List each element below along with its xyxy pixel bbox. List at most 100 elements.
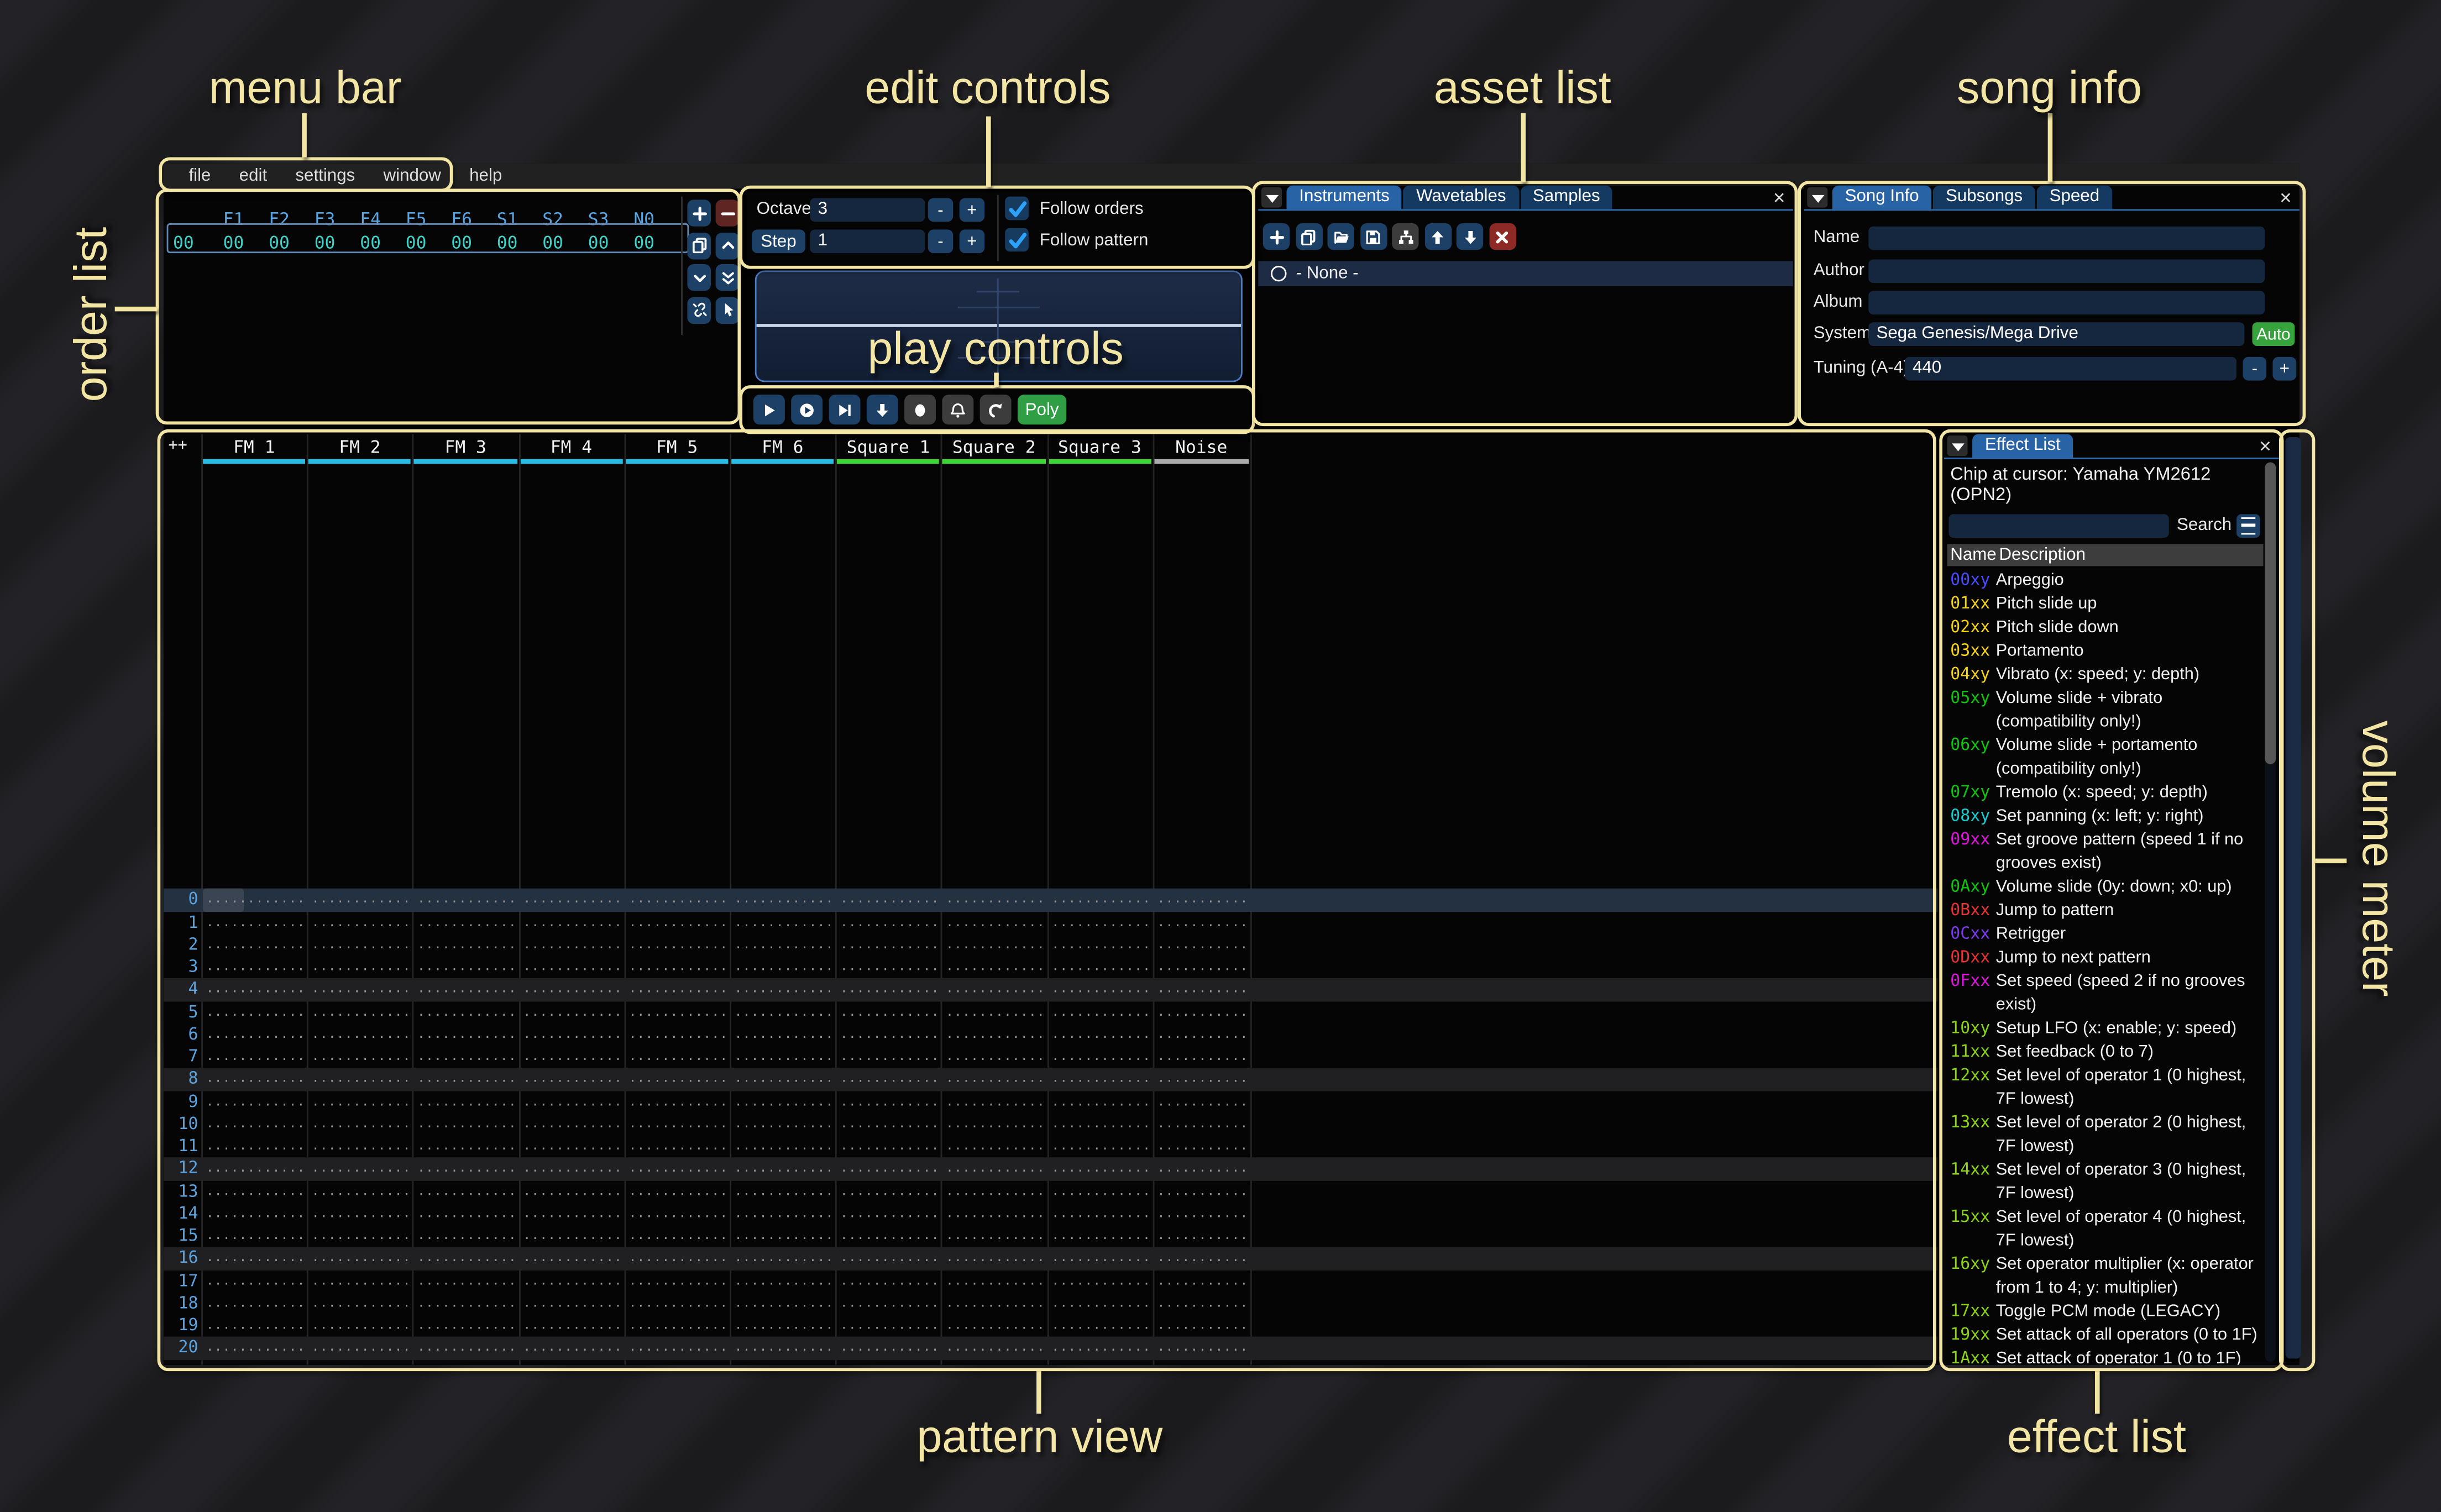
channel-header-noise[interactable]: Noise — [1153, 437, 1250, 458]
step-plus-button[interactable]: + — [960, 229, 985, 253]
pattern-cell[interactable]: ............. — [946, 1180, 1042, 1203]
pattern-cell[interactable]: ............. — [206, 911, 302, 934]
poly-button[interactable]: Poly — [1018, 395, 1066, 424]
stop-button[interactable] — [904, 395, 936, 424]
pattern-cell[interactable]: ............. — [735, 1023, 831, 1046]
order-cell[interactable]: 00 — [393, 233, 439, 253]
menu-item-settings[interactable]: settings — [281, 167, 369, 186]
pattern-cell[interactable]: ............. — [523, 956, 619, 979]
pattern-cell[interactable]: ............. — [840, 1180, 936, 1203]
pattern-cell[interactable]: ............. — [417, 1315, 514, 1337]
pattern-cell[interactable]: ............. — [946, 1293, 1042, 1315]
pattern-cell[interactable]: ............. — [1051, 1001, 1148, 1023]
pattern-cell[interactable]: ............. — [946, 1315, 1042, 1337]
pattern-cell[interactable]: ............. — [735, 979, 831, 1001]
pattern-expand-button[interactable]: ++ — [168, 437, 187, 454]
pattern-cell[interactable]: ............. — [840, 1068, 936, 1091]
tuning-plus-button[interactable]: + — [2273, 357, 2297, 381]
pattern-cell[interactable]: ............. — [840, 1203, 936, 1225]
pattern-cell[interactable]: ............. — [206, 1293, 302, 1315]
pattern-cell[interactable]: ............. — [523, 1180, 619, 1203]
pattern-cell[interactable]: ............. — [206, 1023, 302, 1046]
pattern-cell[interactable]: ............. — [1157, 1158, 1245, 1180]
order-cell[interactable]: 00 — [439, 233, 485, 253]
close-icon[interactable]: × — [1773, 186, 1785, 211]
pattern-cell[interactable]: ............. — [1157, 1247, 1245, 1270]
pattern-cell[interactable]: ............. — [1051, 889, 1148, 912]
pattern-cell[interactable]: ............. — [946, 1158, 1042, 1180]
pattern-cell[interactable]: ............. — [417, 889, 514, 912]
pattern-cell[interactable]: ............. — [417, 1247, 514, 1270]
move-down-button[interactable] — [1457, 223, 1483, 250]
pattern-cell[interactable]: ............. — [629, 1203, 725, 1225]
pattern-cell[interactable]: ............. — [417, 934, 514, 957]
pattern-cell[interactable]: ............. — [1051, 934, 1148, 957]
pattern-cell[interactable]: ............. — [523, 1270, 619, 1293]
collapse-icon[interactable] — [1261, 187, 1282, 208]
pattern-cell[interactable]: ............. — [1051, 1068, 1148, 1091]
pattern-cell[interactable]: ............. — [312, 1023, 408, 1046]
pattern-cell[interactable]: ............. — [946, 889, 1042, 912]
pattern-cell[interactable]: ............. — [523, 1293, 619, 1315]
pattern-cell[interactable]: ............. — [1051, 1158, 1148, 1180]
pattern-cell[interactable]: ............. — [312, 934, 408, 957]
pattern-cell[interactable]: ............. — [735, 1136, 831, 1158]
pattern-cell[interactable]: ............. — [206, 1180, 302, 1203]
pattern-cell[interactable]: ............. — [312, 1247, 408, 1270]
menu-item-edit[interactable]: edit — [225, 167, 281, 186]
tab-effect-list[interactable]: Effect List — [1972, 434, 2073, 458]
octave-minus-button[interactable]: - — [928, 198, 954, 222]
tuning-input[interactable]: 440 — [1905, 357, 2236, 381]
pattern-cell[interactable]: ............. — [1157, 1136, 1245, 1158]
pattern-cell[interactable]: ............. — [206, 1091, 302, 1114]
pattern-cell[interactable]: ............. — [206, 1001, 302, 1023]
pattern-cell[interactable]: ............. — [417, 1158, 514, 1180]
pattern-cell[interactable]: ............. — [735, 1293, 831, 1315]
tuning-minus-button[interactable]: - — [2243, 357, 2266, 381]
order-list-row[interactable]: 0000000000000000000000 — [167, 225, 667, 255]
pattern-cell[interactable]: ............. — [206, 1225, 302, 1248]
metronome-button[interactable] — [942, 395, 973, 424]
pattern-cell[interactable]: ............. — [523, 1136, 619, 1158]
pattern-cell[interactable]: ............. — [1051, 1225, 1148, 1248]
pattern-cell[interactable]: ............. — [206, 1203, 302, 1225]
pattern-cell[interactable]: ............. — [523, 1315, 619, 1337]
channel-header-fm-1[interactable]: FM 1 — [201, 437, 307, 458]
play-row-button[interactable] — [829, 395, 861, 424]
delete-button[interactable] — [1489, 223, 1515, 250]
pattern-cell[interactable]: ............. — [1051, 1315, 1148, 1337]
pattern-cell[interactable]: ............. — [1051, 1337, 1148, 1360]
pattern-cell[interactable]: ............. — [417, 911, 514, 934]
pattern-cell[interactable]: ............. — [629, 1113, 725, 1136]
pattern-cell[interactable]: ............. — [1157, 1091, 1245, 1114]
menu-item-help[interactable]: help — [455, 167, 516, 186]
pattern-cell[interactable]: ............. — [946, 1225, 1042, 1248]
pattern-cell[interactable]: ............. — [1157, 1113, 1245, 1136]
pattern-cell[interactable]: ............. — [735, 1113, 831, 1136]
effect-search-input[interactable] — [1948, 514, 2168, 538]
pattern-cell[interactable]: ............. — [1051, 1247, 1148, 1270]
pattern-cell[interactable]: ............. — [735, 1001, 831, 1023]
pattern-cell[interactable]: ............. — [312, 1315, 408, 1337]
move-up-button[interactable] — [1424, 223, 1450, 250]
pattern-cell[interactable]: ............. — [629, 1315, 725, 1337]
pattern-cell[interactable]: ............. — [312, 979, 408, 1001]
pattern-cell[interactable]: ............. — [1051, 1046, 1148, 1069]
pattern-cell[interactable]: ............. — [206, 934, 302, 957]
pattern-cell[interactable]: ............. — [1051, 1023, 1148, 1046]
pattern-cell[interactable]: ............. — [206, 1113, 302, 1136]
pattern-cell[interactable]: ............. — [946, 1023, 1042, 1046]
channel-header-fm-6[interactable]: FM 6 — [730, 437, 835, 458]
pattern-cell[interactable]: ............. — [840, 1113, 936, 1136]
channel-header-square-2[interactable]: Square 2 — [941, 437, 1047, 458]
pattern-cell[interactable]: ............. — [735, 1247, 831, 1270]
pattern-cell[interactable]: ............. — [312, 889, 408, 912]
pattern-cell[interactable]: ............. — [1051, 1091, 1148, 1114]
pattern-cell[interactable]: ............. — [735, 1270, 831, 1293]
step-input[interactable]: 1 — [810, 229, 925, 253]
pattern-cell[interactable]: ............. — [1157, 1068, 1245, 1091]
order-cell[interactable]: 00 — [211, 233, 256, 253]
order-cell[interactable]: 00 — [621, 233, 667, 253]
pattern-cell[interactable]: ............. — [629, 1293, 725, 1315]
pattern-cell[interactable]: ............. — [523, 1001, 619, 1023]
